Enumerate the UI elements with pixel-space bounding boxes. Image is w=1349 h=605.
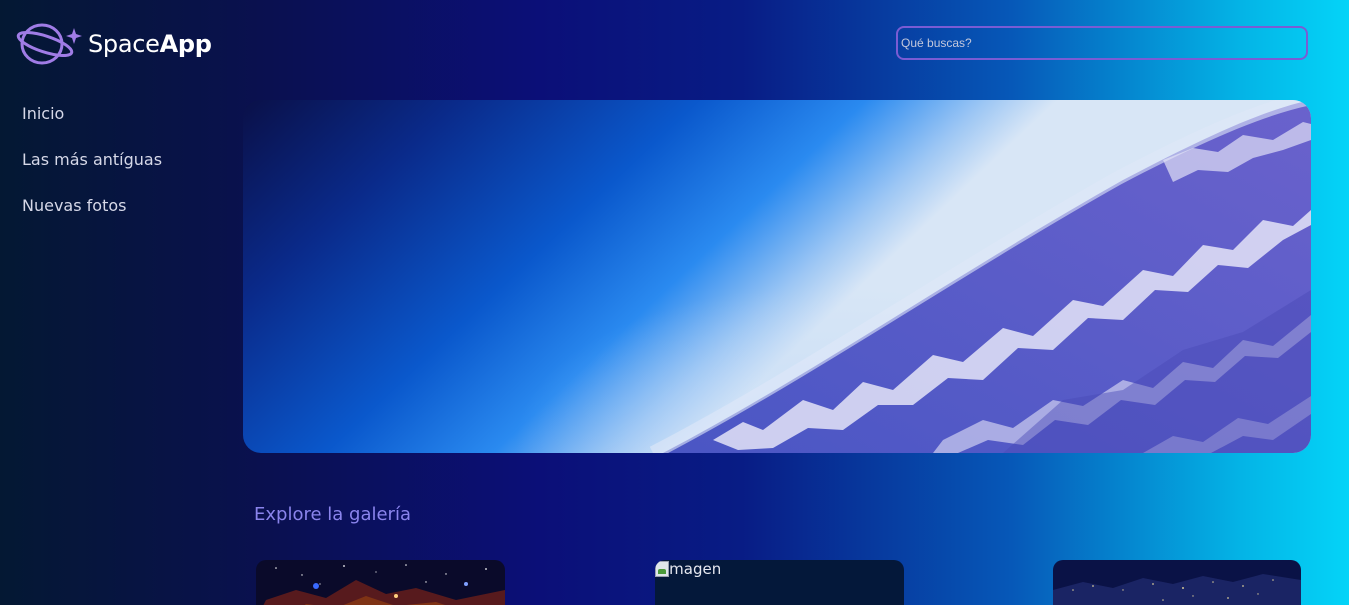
logo-text: SpaceApp [88, 30, 212, 58]
nebula-image [256, 560, 505, 605]
broken-image: imagen [655, 560, 904, 578]
earth-night-map-image [1053, 560, 1301, 605]
planet-logo-icon [16, 23, 82, 65]
image-alt-text: imagen [665, 560, 722, 578]
banner-image [243, 100, 1311, 453]
sidebar-item-inicio[interactable]: Inicio [22, 96, 222, 142]
gallery-card-1[interactable] [256, 560, 505, 605]
gallery-card-3[interactable] [1053, 560, 1301, 605]
sidebar: Inicio Las más antíguas Nuevas fotos [22, 96, 222, 234]
logo[interactable]: SpaceApp [16, 21, 216, 67]
sidebar-item-mas-antiguas[interactable]: Las más antíguas [22, 142, 222, 188]
broken-image-icon [655, 561, 669, 577]
gallery-card-2[interactable]: imagen [655, 560, 904, 605]
earth-from-space-image [243, 100, 1311, 453]
sidebar-item-nuevas-fotos[interactable]: Nuevas fotos [22, 188, 222, 234]
gallery-title: Explore la galería [254, 504, 411, 525]
search-input[interactable] [896, 26, 1308, 60]
